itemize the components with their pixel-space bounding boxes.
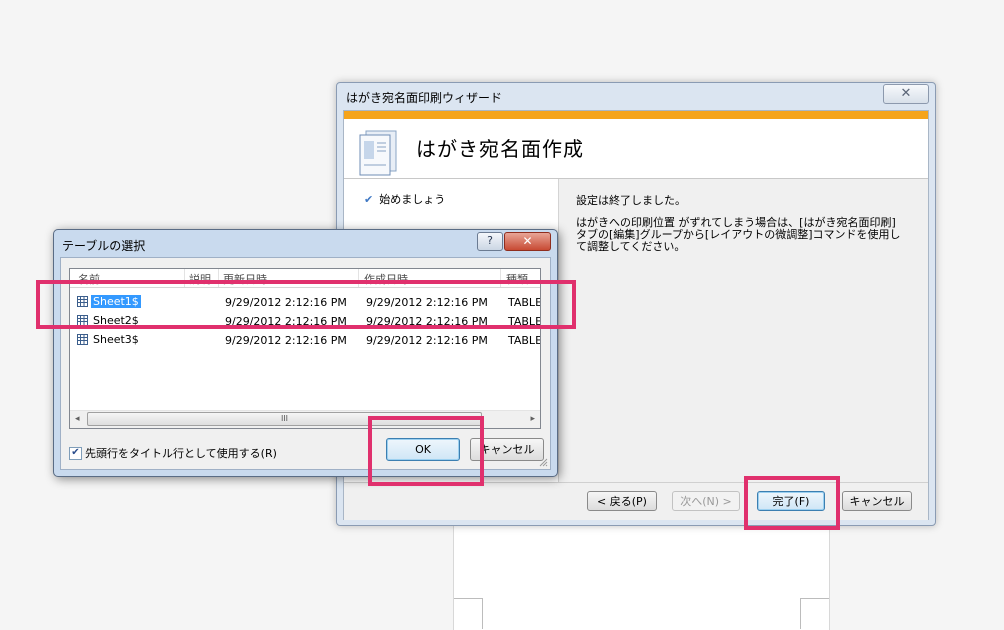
wizard-header: はがき宛名面作成	[344, 111, 928, 179]
table-icon	[77, 334, 88, 345]
document-page	[453, 520, 830, 630]
dialog-close-button[interactable]: ✕	[504, 232, 551, 251]
wizard-step-label: 始めましょう	[379, 193, 446, 206]
help-button[interactable]: ?	[477, 232, 503, 251]
wizard-close-button[interactable]: ✕	[883, 84, 929, 104]
wizard-footer: < 戻る(P) 次へ(N) > 完了(F) キャンセル	[344, 482, 928, 520]
header-row-checkbox[interactable]: ✔	[69, 447, 82, 460]
row-modified: 9/29/2012 2:12:16 PM	[225, 334, 347, 347]
scroll-left-arrow[interactable]: ◂	[75, 414, 80, 424]
row-type: TABLE	[508, 334, 541, 347]
wizard-document-icon	[359, 130, 397, 176]
wizard-titlebar: はがき宛名面印刷ウィザード ✕	[337, 83, 935, 109]
row-created: 9/29/2012 2:12:16 PM	[366, 334, 488, 347]
wizard-message-line1: 設定は終了しました。	[576, 194, 686, 207]
crop-mark-right	[800, 598, 829, 629]
highlight-box-finish	[744, 476, 840, 530]
wizard-message-line2: はがきへの印刷位置 がずれてしまう場合は、[はがき宛名面印刷]タブの[編集]グル…	[576, 216, 901, 253]
wizard-header-title: はがき宛名面作成	[416, 137, 584, 161]
resize-grip-icon[interactable]	[538, 457, 548, 467]
dialog-title: テーブルの選択	[62, 239, 146, 253]
checkmark-icon: ✔	[364, 193, 374, 206]
scroll-right-arrow[interactable]: ▸	[530, 414, 535, 424]
table-row[interactable]: Sheet3$ 9/29/2012 2:12:16 PM 9/29/2012 2…	[70, 331, 540, 350]
next-button[interactable]: 次へ(N) >	[672, 491, 740, 511]
back-button[interactable]: < 戻る(P)	[587, 491, 657, 511]
wizard-step-start[interactable]: ✔ 始めましょう	[364, 191, 445, 207]
wizard-cancel-button[interactable]: キャンセル	[842, 491, 912, 511]
highlight-box-rows	[36, 280, 576, 329]
wizard-message: 設定は終了しました。 はがきへの印刷位置 がずれてしまう場合は、[はがき宛名面印…	[576, 195, 906, 263]
crop-mark-left	[454, 598, 483, 629]
wizard-title: はがき宛名面印刷ウィザード	[346, 91, 503, 105]
row-name: Sheet3$	[93, 333, 139, 346]
highlight-box-ok	[368, 416, 484, 486]
header-row-checkbox-label[interactable]: 先頭行をタイトル行として使用する(R)	[85, 445, 277, 461]
